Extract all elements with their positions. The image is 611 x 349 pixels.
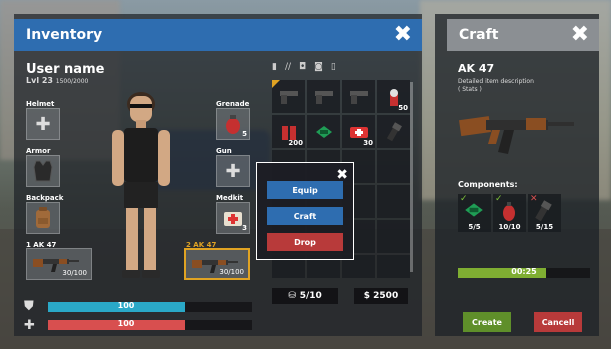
user-level: Lvl 23 1500/2000	[26, 76, 88, 85]
components-row: ✓ 5/5 ✓ 10/10 ✕ 5/15	[458, 194, 561, 232]
filter-helmet-icon[interactable]: ◙	[314, 62, 323, 72]
inventory-close-icon[interactable]: ✖	[394, 23, 412, 47]
component-qty: 5/15	[535, 223, 554, 231]
grid-cell[interactable]	[377, 255, 410, 278]
component-slot[interactable]: ✓ 10/10	[493, 194, 526, 232]
inventory-scrollbar[interactable]	[410, 82, 413, 272]
craft-timer-text: 00:25	[511, 267, 537, 276]
craft-title: Craft	[459, 27, 499, 43]
inventory-filter-tabs: ▮ ∕∕ ◘ ◙ ▯	[272, 62, 336, 72]
capacity-value: 5/10	[299, 291, 322, 301]
item-context-popup: ✖ Equip Craft Drop	[256, 162, 354, 260]
drop-button[interactable]: Drop	[267, 233, 343, 251]
grid-cell[interactable]: 200	[272, 115, 305, 148]
medkit-slot[interactable]: 3	[216, 202, 250, 234]
craft-close-icon[interactable]: ✖	[571, 23, 589, 47]
craft-title-bar: Craft ✖	[447, 19, 599, 51]
create-button[interactable]: Create	[463, 312, 511, 332]
armor-label: Armor	[26, 147, 51, 155]
add-icon: ✚	[225, 160, 241, 182]
craft-item-description: Detailed item description ( Stats )	[458, 78, 534, 94]
equip-button[interactable]: Equip	[267, 181, 343, 199]
armor-slot[interactable]	[26, 155, 60, 187]
character-model	[112, 92, 170, 278]
flashlight-icon	[386, 121, 402, 141]
armor-bar: 100	[48, 301, 252, 312]
gun-slot[interactable]: ✚	[216, 155, 250, 187]
health-value: 100	[117, 319, 135, 328]
ak47-preview-icon	[459, 116, 574, 154]
grid-cell[interactable]	[377, 220, 410, 253]
pistol-icon	[279, 90, 298, 104]
green-ammo-icon	[315, 125, 332, 138]
vest-icon	[33, 160, 53, 182]
user-name: User name	[26, 62, 105, 77]
pistol-icon	[314, 90, 333, 104]
component-qty: 5/5	[468, 223, 481, 231]
inventory-title-bar: Inventory ✖	[14, 19, 422, 51]
grenade-slot[interactable]: 5	[216, 108, 250, 140]
health-cross-icon: ✚	[24, 318, 35, 333]
backpack-label: Backpack	[26, 194, 64, 202]
medkit-icon	[224, 212, 242, 226]
grid-cell[interactable]	[307, 80, 340, 113]
backpack-icon	[36, 207, 50, 228]
medkit-icon	[349, 126, 368, 138]
grid-cell[interactable]	[377, 115, 410, 148]
capacity-display: ⛁ 5/10	[272, 288, 338, 304]
craft-timer-bar: 00:25	[458, 267, 590, 278]
component-qty: 10/10	[498, 223, 521, 231]
grid-cell[interactable]	[377, 185, 410, 218]
craft-item-name: AK 47	[458, 62, 495, 75]
backpack-slot[interactable]	[26, 202, 60, 234]
extinguisher-icon	[503, 202, 515, 221]
money-value: $ 2500	[363, 291, 399, 301]
grid-qty: 50	[398, 104, 408, 112]
green-ammo-icon	[465, 203, 483, 217]
grenade-label: Grenade	[216, 100, 250, 108]
helmet-slot[interactable]: ✚	[26, 108, 60, 140]
pistol-icon	[349, 90, 368, 104]
helmet-label: Helmet	[26, 100, 55, 108]
filter-ammo-icon[interactable]: ▮	[272, 62, 277, 72]
filter-misc-icon[interactable]: ▯	[331, 62, 336, 72]
craft-button[interactable]: Craft	[267, 207, 343, 225]
medkit-count: 3	[242, 224, 247, 232]
shield-icon: ⛊	[24, 299, 34, 314]
gun-label: Gun	[216, 147, 232, 155]
grenade-icon	[226, 115, 240, 134]
grid-cell[interactable]: 30	[342, 115, 375, 148]
flashlight-icon	[535, 200, 552, 222]
health-bar: 100	[48, 319, 252, 330]
level-text: Lvl 23	[26, 76, 53, 85]
grenade-count: 5	[242, 130, 247, 138]
inventory-title: Inventory	[26, 27, 103, 43]
component-slot[interactable]: ✓ 5/5	[458, 194, 491, 232]
armor-value: 100	[117, 301, 135, 310]
grid-cell[interactable]	[342, 80, 375, 113]
grid-qty: 200	[288, 139, 303, 147]
filter-weapon-icon[interactable]: ∕∕	[285, 62, 291, 72]
grid-cell[interactable]	[272, 80, 305, 113]
grid-cell[interactable]	[307, 115, 340, 148]
component-slot[interactable]: ✕ 5/15	[528, 194, 561, 232]
grid-cell[interactable]	[377, 150, 410, 183]
weight-icon: ⛁	[288, 291, 296, 301]
stats-text: ( Stats )	[458, 86, 482, 93]
weapon-slot-2[interactable]: 30/100	[184, 248, 250, 280]
weapon-2-ammo: 30/100	[219, 268, 244, 276]
components-label: Components:	[458, 180, 518, 189]
filter-armor-icon[interactable]: ◘	[299, 62, 306, 72]
medkit-label: Medkit	[216, 194, 244, 202]
money-display: $ 2500	[354, 288, 408, 304]
weapon-slot-1[interactable]: 30/100	[26, 248, 92, 280]
cancel-button[interactable]: Cancell	[534, 312, 582, 332]
xp-text: 1500/2000	[55, 78, 89, 85]
description-text: Detailed item description	[458, 78, 534, 85]
grid-cell[interactable]: 50	[377, 80, 410, 113]
add-icon: ✚	[35, 113, 51, 135]
weapon-1-ammo: 30/100	[62, 269, 87, 277]
grid-qty: 30	[363, 139, 373, 147]
